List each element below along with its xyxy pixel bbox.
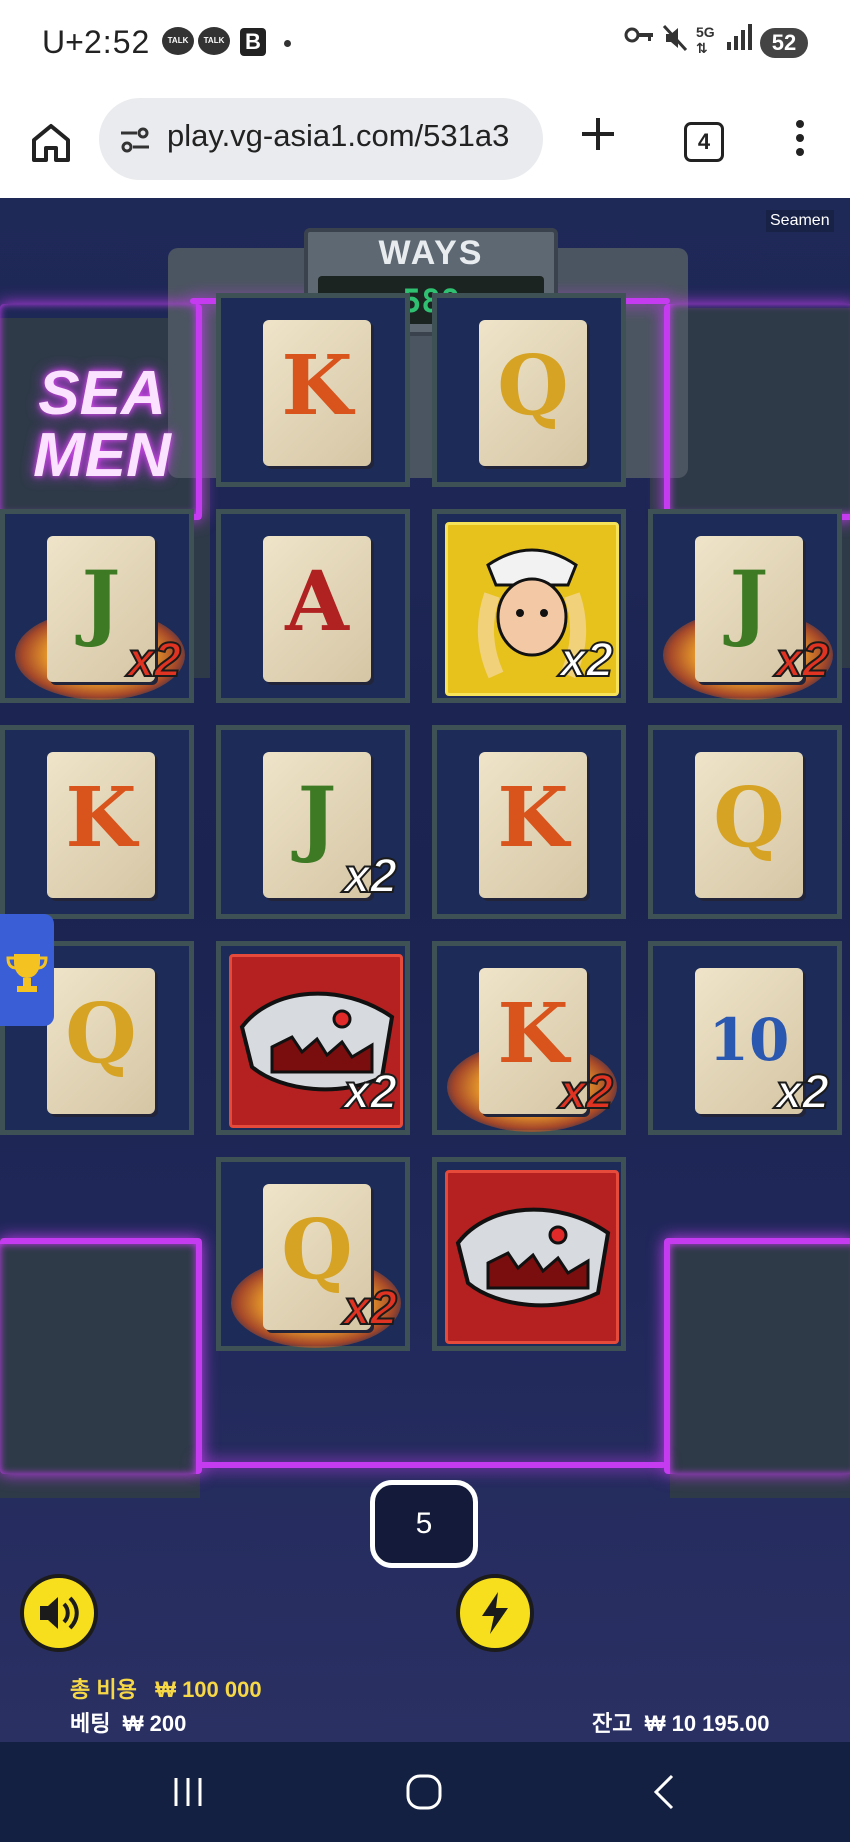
card-Q-symbol: Q [479, 320, 587, 466]
shark-symbol [445, 1170, 619, 1344]
more-notifications-dot [284, 40, 291, 47]
card-rank: Q [497, 338, 569, 434]
slot-game-canvas[interactable]: Seamen WAYS 588 SEA MEN K Q Jx2 Ax2 Jx2 K Jx2 K… [0, 198, 850, 1742]
bet: 베팅 ₩ 200 [70, 1706, 186, 1738]
multiplier-badge: x2 [775, 633, 830, 688]
reel-cell: Jx2 [648, 509, 842, 703]
multiplier-badge: x2 [343, 1281, 398, 1336]
ways-label: WAYS [378, 234, 484, 272]
card-rank: Q [65, 986, 137, 1082]
5g-icon: 5G ⇅ [696, 24, 715, 56]
new-tab-icon[interactable] [578, 114, 618, 154]
address-bar[interactable]: play.vg-asia1.com/531a3 [99, 98, 543, 180]
card-rank: K [281, 338, 353, 434]
balance-value: ₩ 10 195.00 [644, 1711, 770, 1736]
bet-value: ₩ 200 [122, 1711, 187, 1736]
card-rank: K [497, 770, 569, 866]
total-cost-value: ₩ 100 000 [155, 1677, 262, 1702]
sound-toggle-button[interactable] [20, 1574, 98, 1652]
browser-toolbar: play.vg-asia1.com/531a3 4 [0, 88, 850, 198]
multiplier-badge: x2 [559, 633, 614, 688]
card-rank: A [285, 554, 349, 650]
reel-cell: Jx2 [0, 509, 194, 703]
tab-switcher-button[interactable]: 4 [684, 122, 724, 162]
home-nav-icon[interactable] [404, 1772, 444, 1812]
turbo-button[interactable] [456, 1574, 534, 1652]
home-icon[interactable] [26, 118, 76, 168]
reel-cell: K [216, 293, 410, 487]
multiplier-badge: x2 [775, 1065, 830, 1120]
card-rank: K [65, 770, 137, 866]
card-K-symbol: K [479, 752, 587, 898]
kakaotalk-icon: TALK [162, 27, 194, 55]
url-text[interactable]: play.vg-asia1.com/531a3 [167, 118, 537, 154]
multiplier-badge: x2 [559, 1065, 614, 1120]
bet-label: 베팅 [70, 1711, 111, 1736]
reel-grid: K Q Jx2 Ax2 Jx2 K Jx2 K Q Qx2 Kx2 10 x2 Qx2 [0, 293, 850, 1433]
signal-icon [726, 24, 752, 59]
reel-cell: K [432, 725, 626, 919]
back-icon[interactable] [646, 1772, 686, 1812]
lightning-icon [482, 1592, 508, 1634]
card-A-symbol: A [263, 536, 371, 682]
reel-cell: Q [648, 725, 842, 919]
balance-label: 잔고 [592, 1711, 633, 1736]
total-cost-label: 총 비용 [70, 1677, 137, 1702]
card-K-symbol: K [47, 752, 155, 898]
multiplier-badge: x2 [343, 1065, 398, 1120]
free-spins-counter: 5 [370, 1480, 478, 1568]
speaker-icon [40, 1596, 79, 1630]
multiplier-badge: x2 [127, 633, 182, 688]
battery-icon: 52 [760, 28, 808, 58]
recent-apps-icon[interactable] [168, 1772, 208, 1812]
card-rank: 10 [708, 1006, 790, 1074]
overflow-menu-icon[interactable] [792, 118, 808, 158]
clock: 2:52 [84, 24, 151, 60]
android-nav-bar [0, 1742, 850, 1842]
card-rank: Q [713, 770, 785, 866]
reel-cell: Kx2 [432, 941, 626, 1135]
reel-cell: x2 [216, 941, 410, 1135]
reel-cell: Qx2 [216, 1157, 410, 1351]
b-app-icon: B [240, 28, 266, 56]
key-icon [624, 24, 654, 52]
mute-icon [662, 24, 688, 59]
balance: 잔고 ₩ 10 195.00 [592, 1706, 769, 1738]
trophy-icon [6, 954, 48, 992]
site-settings-icon[interactable] [119, 124, 151, 156]
reel-cell: K [0, 725, 194, 919]
game-name-tag: Seamen [766, 210, 834, 232]
reel-cell: Jx2 [216, 725, 410, 919]
kakaotalk-icon: TALK [198, 27, 230, 55]
reel-cell [432, 1157, 626, 1351]
multiplier-badge: x2 [343, 849, 398, 904]
card-Q-symbol: Q [47, 968, 155, 1114]
status-bar: U+ 2:52 TALK TALK B 5G ⇅ 52 [0, 0, 850, 88]
reel-cell: 10 x2 [648, 941, 842, 1135]
reel-cell: Q [432, 293, 626, 487]
reel-cell: x2 [432, 509, 626, 703]
reel-cell: A [216, 509, 410, 703]
carrier-label: U+ [42, 24, 84, 60]
total-cost: 총 비용 ₩ 100 000 [70, 1672, 262, 1704]
card-K-symbol: K [263, 320, 371, 466]
neon-frame-bottom [196, 1462, 666, 1468]
card-Q-symbol: Q [695, 752, 803, 898]
leaderboard-tab[interactable] [0, 914, 54, 1026]
